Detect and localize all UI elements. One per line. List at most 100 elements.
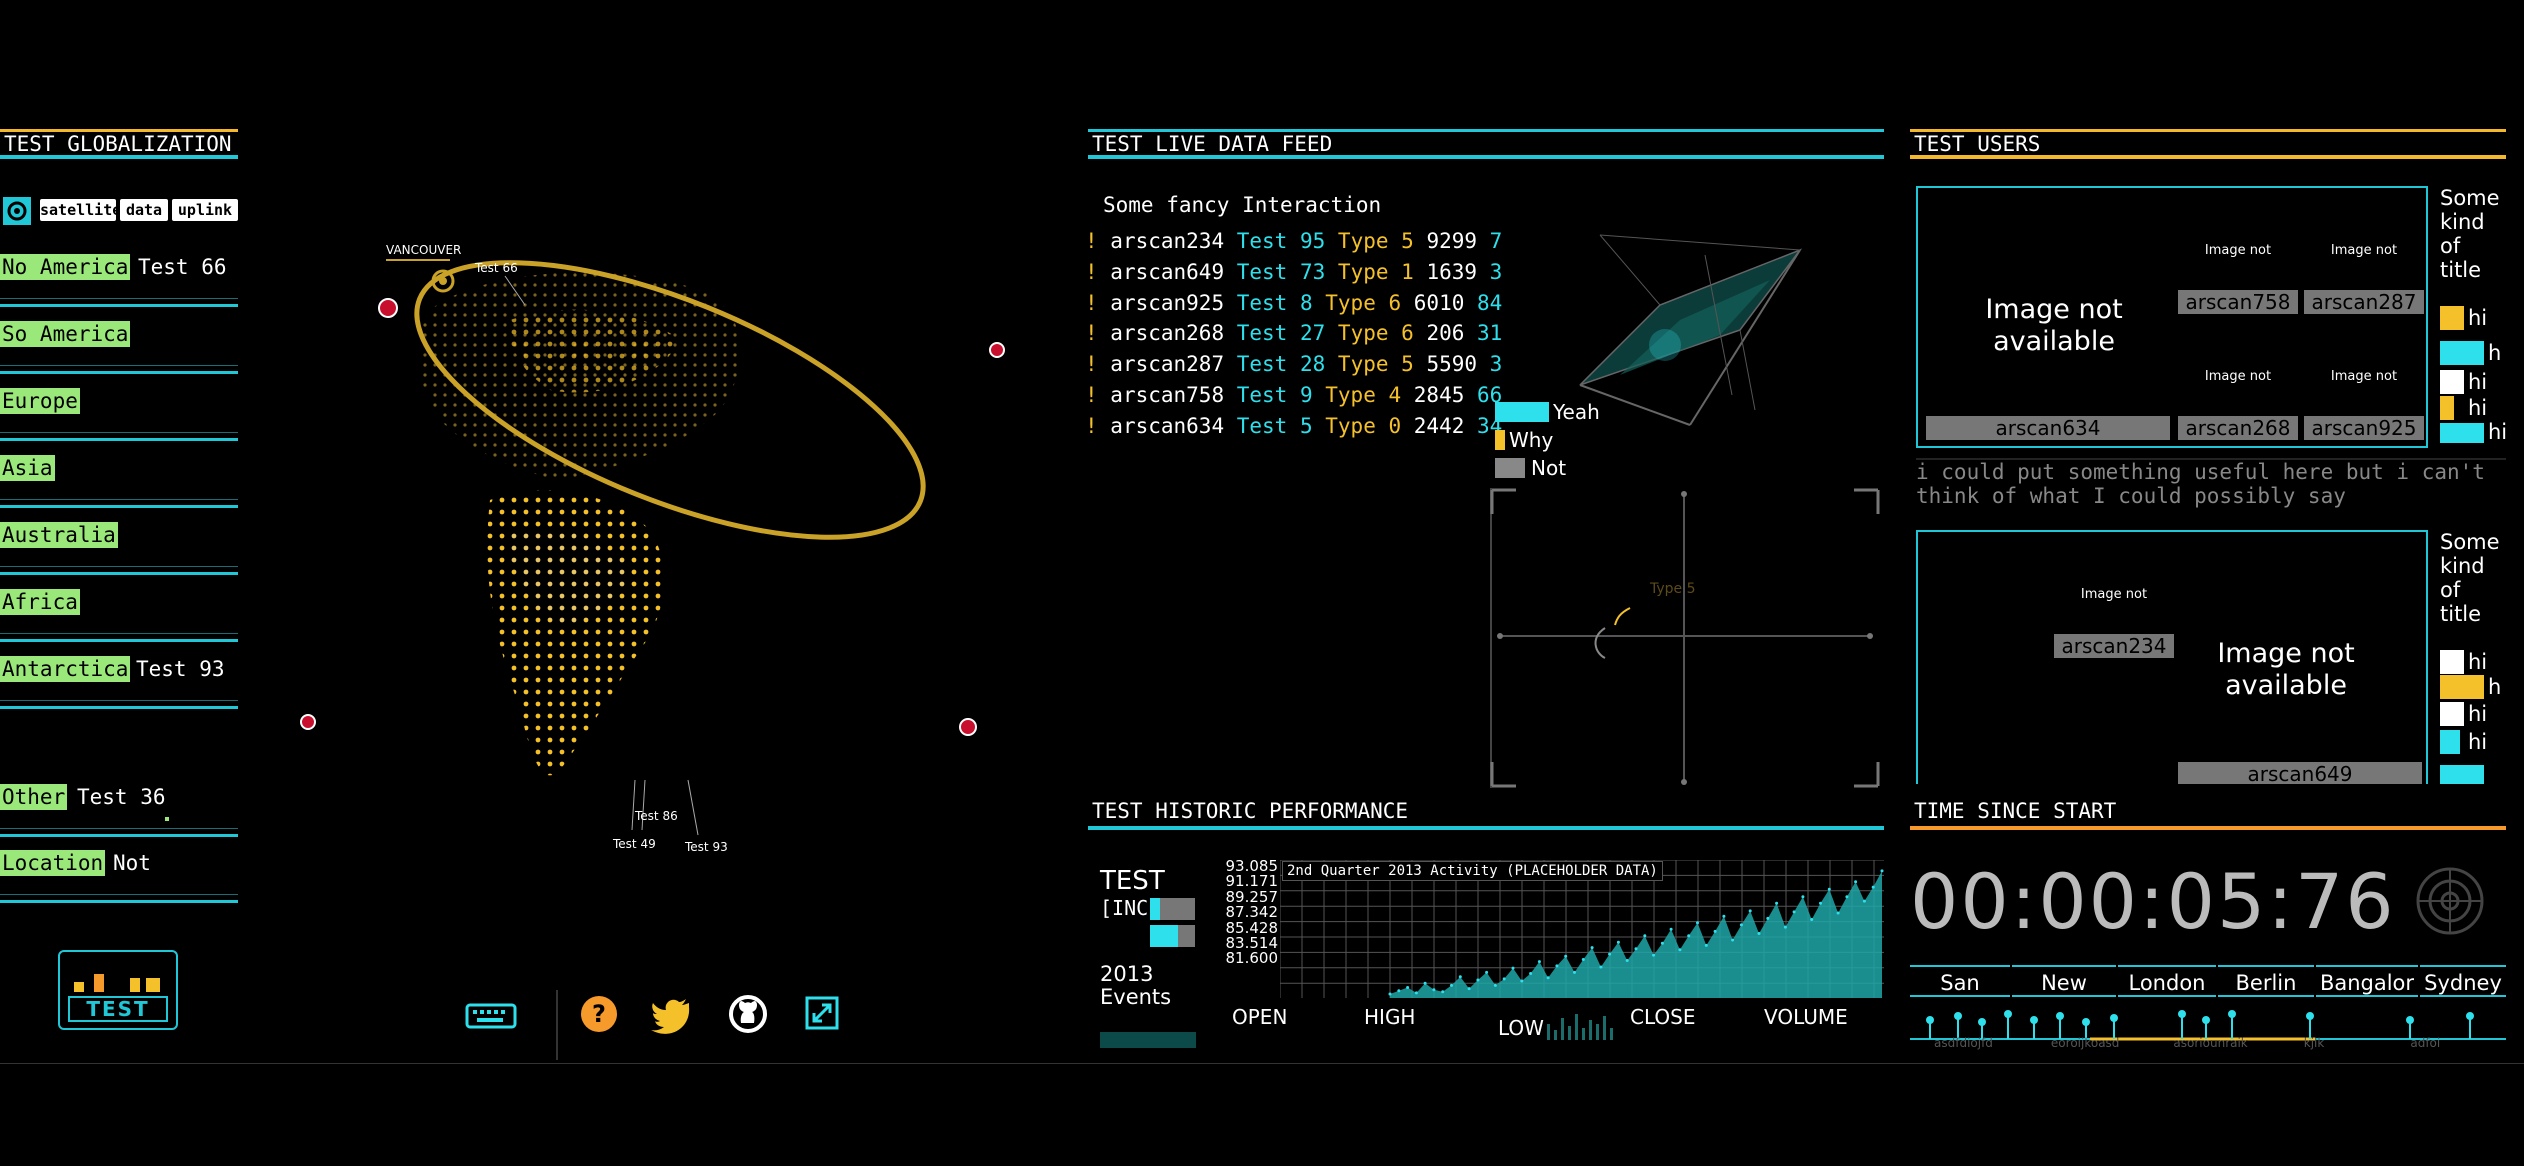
- region-label: Australia: [0, 522, 118, 548]
- satellite-icon: [300, 714, 316, 730]
- image-placeholder-small: Image not: [2204, 369, 2272, 384]
- logo-bar: [130, 978, 140, 992]
- logo-bar: [74, 982, 84, 992]
- mode-uplink-button[interactable]: uplink: [172, 199, 238, 221]
- region-row-antarctica[interactable]: Antarctica Test 93: [0, 642, 238, 709]
- feed-field: arscan925: [1110, 290, 1225, 315]
- stat-low: LOW: [1498, 1016, 1544, 1040]
- vancouver-label: VANCOUVER: [386, 243, 461, 257]
- activity-point: [1476, 978, 1480, 982]
- mode-data-button[interactable]: data: [120, 199, 168, 221]
- user-label-arscan758[interactable]: arscan758: [2178, 290, 2298, 314]
- keyboard-icon[interactable]: [465, 993, 517, 1035]
- user-label-arscan234[interactable]: arscan234: [2054, 634, 2174, 658]
- hi-label: hi: [2468, 306, 2488, 330]
- stat-close: CLOSE: [1630, 1005, 1696, 1029]
- feed-row[interactable]: ! arscan287 Test 28 Type 5 5590 3: [1085, 349, 1502, 379]
- stat-high: HIGH: [1364, 1005, 1416, 1029]
- timer-value: 00:00:05:76: [1910, 857, 2396, 946]
- city-new[interactable]: New: [2012, 965, 2116, 997]
- user-panel-2[interactable]: Image not arscan234 Image not available …: [1916, 530, 2428, 784]
- feed-separator: [1464, 291, 1477, 315]
- help-icon[interactable]: ?: [578, 993, 620, 1035]
- users-ticker: i could put something useful here but i …: [1916, 458, 2506, 508]
- city-san[interactable]: San: [1910, 965, 2010, 997]
- user-label-arscan287[interactable]: arscan287: [2304, 290, 2424, 314]
- region-row-australia[interactable]: Australia: [0, 508, 238, 575]
- user-label-arscan268[interactable]: arscan268: [2178, 416, 2298, 440]
- feed-field: 2442: [1413, 413, 1465, 438]
- region-row-asia[interactable]: Asia: [0, 441, 238, 508]
- vancouver-marker-dot: [439, 277, 447, 285]
- region-row-no-america[interactable]: No America Test 66: [0, 240, 238, 307]
- feed-separator: [1414, 352, 1427, 376]
- timer-header: TIME SINCE START: [1910, 796, 2506, 830]
- activity-point: [1502, 977, 1506, 981]
- activity-point: [1388, 992, 1392, 996]
- city-bangalor[interactable]: Bangalor: [2316, 965, 2418, 997]
- feed-separator: [1313, 414, 1326, 438]
- ticker-sub: [INC: [1100, 896, 1149, 920]
- activity-point: [1423, 981, 1427, 985]
- mode-satellite-button[interactable]: satellite: [40, 199, 121, 221]
- user-label-arscan925[interactable]: arscan925: [2304, 416, 2424, 440]
- region-row-other[interactable]: Other Test 36: [0, 770, 238, 837]
- city-sydney[interactable]: Sydney: [2420, 965, 2506, 997]
- feed-field: arscan234: [1110, 229, 1225, 253]
- side-title-2: Some kind of title: [2440, 530, 2500, 626]
- feed-row[interactable]: ! arscan925 Test 8 Type 6 6010 84: [1085, 288, 1502, 318]
- side-title-1: Some kind of title: [2440, 186, 2500, 282]
- activity-point: [1854, 880, 1858, 884]
- city-berlin[interactable]: Berlin: [2218, 965, 2314, 997]
- type-scope[interactable]: Type 5: [1490, 488, 1880, 788]
- feed-field: 84: [1477, 290, 1503, 315]
- fullscreen-icon[interactable]: [802, 993, 844, 1035]
- hi-swatch: [2440, 341, 2484, 365]
- github-icon[interactable]: [727, 993, 769, 1035]
- logo-bar: [146, 978, 160, 992]
- feed-row[interactable]: ! arscan634 Test 5 Type 0 2442 34: [1085, 411, 1502, 441]
- feed-row[interactable]: ! arscan234 Test 95 Type 5 9299 7: [1085, 226, 1502, 256]
- activity-point: [1731, 938, 1735, 942]
- feed-separator: [1224, 260, 1237, 284]
- activity-point: [1581, 958, 1585, 961]
- feed-field: 1639: [1426, 259, 1478, 284]
- activity-point: [1678, 948, 1682, 952]
- user-panel-1[interactable]: Image not available arscan634 Image not …: [1916, 186, 2428, 448]
- region-row-so-america[interactable]: So America: [0, 307, 238, 374]
- image-placeholder-small: Image not: [2080, 587, 2148, 602]
- feed-field: 6010: [1413, 290, 1465, 315]
- feed-separator: [1401, 414, 1414, 438]
- feed-field: arscan287: [1110, 352, 1225, 377]
- feed-row[interactable]: ! arscan758 Test 9 Type 4 2845 66: [1085, 380, 1502, 410]
- region-label: Europe: [0, 388, 80, 414]
- hi-swatch: [2440, 306, 2464, 330]
- activity-point: [1775, 901, 1779, 905]
- feed-field: Type 6: [1325, 290, 1402, 315]
- toolbar-divider: [556, 990, 558, 1060]
- activity-point: [1766, 916, 1770, 920]
- activity-point: [1608, 952, 1612, 956]
- twitter-icon[interactable]: [651, 993, 693, 1035]
- feed-separator: !: [1085, 383, 1111, 407]
- user-label-arscan634[interactable]: arscan634: [1926, 416, 2170, 440]
- feed-separator: [1325, 260, 1338, 284]
- feed-separator: [1313, 291, 1326, 315]
- activity-point: [1397, 989, 1401, 993]
- region-row-africa[interactable]: Africa: [0, 575, 238, 642]
- feed-separator: !: [1085, 290, 1111, 315]
- activity-point: [1625, 959, 1629, 962]
- feed-field: Test 27: [1236, 321, 1326, 346]
- globe-view[interactable]: VANCOUVER Test 66 Test 86 Test 49 Test 9…: [280, 230, 1040, 870]
- user-label-arscan649[interactable]: arscan649: [2178, 762, 2422, 784]
- activity-point: [1652, 953, 1656, 957]
- satellite-toggle-icon[interactable]: [3, 197, 31, 225]
- feed-field: Test 8: [1236, 290, 1313, 315]
- feed-row[interactable]: ! arscan649 Test 73 Type 1 1639 3: [1085, 257, 1502, 287]
- activity-point: [1634, 947, 1638, 951]
- region-row-europe[interactable]: Europe: [0, 374, 238, 441]
- activity-point: [1564, 954, 1568, 958]
- hi-swatch: [2440, 730, 2460, 754]
- city-london[interactable]: London: [2118, 965, 2216, 997]
- feed-row[interactable]: ! arscan268 Test 27 Type 6 206 31: [1085, 318, 1502, 348]
